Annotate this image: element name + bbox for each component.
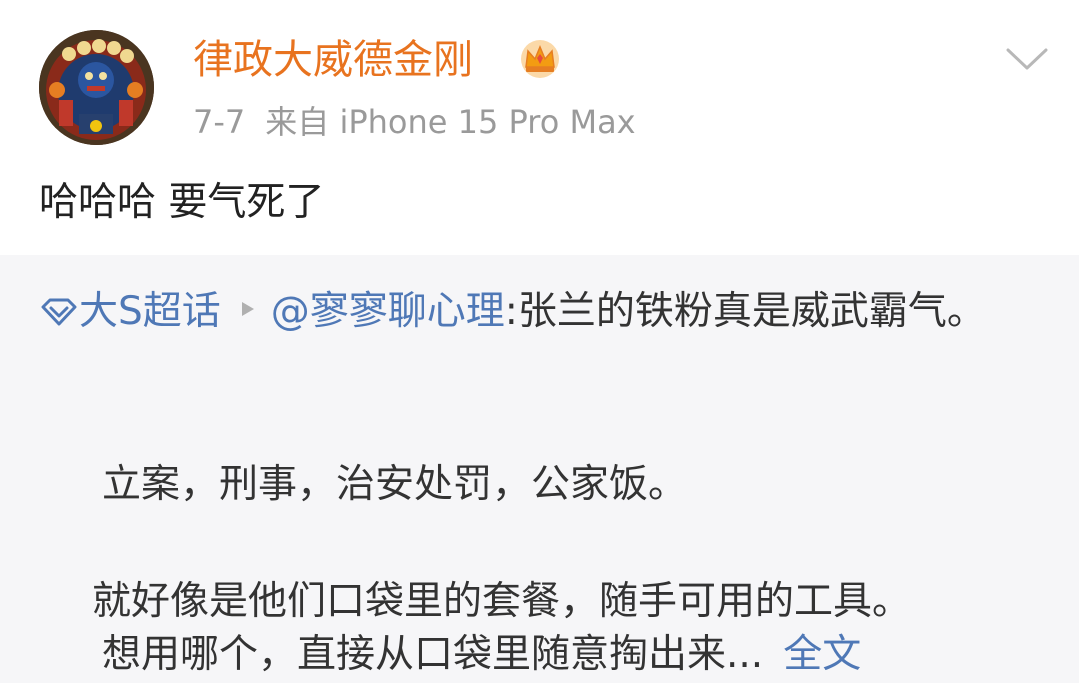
post-header: 律政大威德金刚 7-7 来自 iPhone 15 Pro Max 哈哈哈 要气死了 — [0, 0, 1079, 255]
avatar-image — [39, 30, 154, 145]
user-name[interactable]: 律政大威德金刚 — [193, 34, 473, 86]
chevron-down-icon[interactable] — [1005, 46, 1049, 74]
crown-badge-icon[interactable] — [518, 37, 562, 81]
post-text: 哈哈哈 要气死了 — [39, 180, 325, 225]
super-topic-link[interactable]: 大S超话 — [39, 289, 221, 334]
repost-paragraph-2-line-2: 想用哪个，直接从口袋里随意掏出来... 全文 — [102, 628, 861, 682]
avatar[interactable] — [39, 30, 154, 145]
repost-lead: 大S超话 @寥寥聊心理:张兰的铁粉真是威武霸气。 — [39, 285, 1049, 339]
post-date: 7-7 — [193, 103, 246, 141]
mention-link[interactable]: @寥寥聊心理 — [271, 289, 505, 334]
repost-truncated-text: 想用哪个，直接从口袋里随意掏出来... — [102, 632, 764, 677]
super-topic-label: 大S超话 — [79, 289, 221, 334]
full-text-link[interactable]: 全文 — [783, 632, 861, 677]
post-meta: 7-7 来自 iPhone 15 Pro Max — [193, 101, 636, 143]
repost-lead-text: :张兰的铁粉真是威武霸气。 — [504, 289, 986, 334]
repost-card[interactable]: 大S超话 @寥寥聊心理:张兰的铁粉真是威武霸气。 立案，刑事，治安处罚，公家饭。 … — [0, 255, 1079, 683]
weibo-post: 律政大威德金刚 7-7 来自 iPhone 15 Pro Max 哈哈哈 要气死了… — [0, 0, 1079, 683]
repost-paragraph-1: 立案，刑事，治安处罚，公家饭。 — [102, 462, 688, 507]
post-source: 来自 iPhone 15 Pro Max — [265, 103, 636, 141]
repost-paragraph-2-line-1: 就好像是他们口袋里的套餐，随手可用的工具。 — [92, 579, 912, 624]
play-arrow-icon — [237, 294, 259, 324]
diamond-icon — [39, 297, 79, 327]
